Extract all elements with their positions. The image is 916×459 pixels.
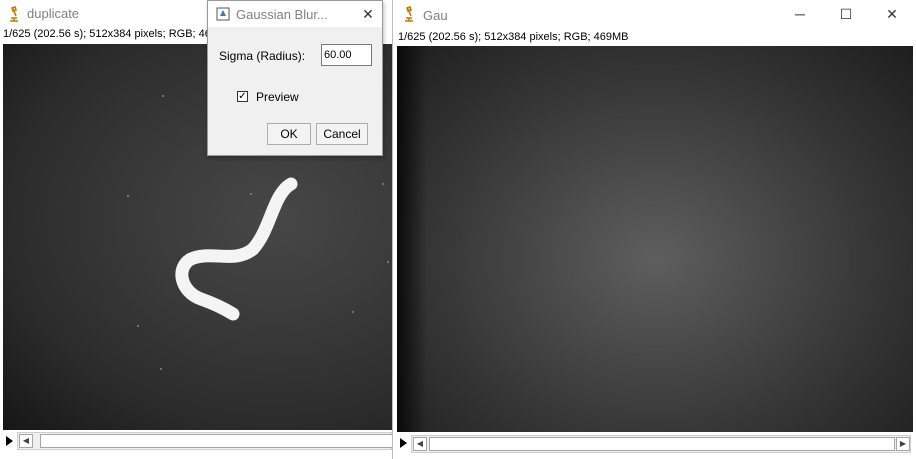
frame-scrollbar-row: ◀ ▶: [397, 435, 913, 453]
window-title: duplicate: [27, 6, 80, 21]
scroll-left-arrow-icon[interactable]: ◀: [413, 437, 427, 451]
cancel-button[interactable]: Cancel: [316, 123, 368, 145]
frame-scrollbar-row: ◀: [3, 432, 395, 450]
dialog-titlebar[interactable]: Gaussian Blur... ✕: [208, 1, 382, 27]
preview-checkbox[interactable]: ✓: [237, 91, 248, 102]
ok-button[interactable]: OK: [267, 123, 311, 145]
close-icon[interactable]: ✕: [359, 5, 377, 23]
frame-scrollbar[interactable]: ◀ ▶: [411, 435, 911, 453]
scroll-right-arrow-icon[interactable]: ▶: [896, 437, 910, 451]
scrollbar-thumb[interactable]: [40, 434, 395, 448]
dialog-title: Gaussian Blur...: [236, 7, 328, 22]
imagej-microscope-icon: [405, 6, 413, 22]
sigma-label: Sigma (Radius):: [219, 49, 306, 63]
play-button[interactable]: [400, 438, 407, 448]
dark-left-edge: [397, 46, 427, 432]
gau-window[interactable]: Gau ─ ☐ ✕ 1/625 (202.56 s); 512x384 pixe…: [392, 0, 916, 459]
scrollbar-thumb[interactable]: [429, 437, 895, 451]
play-button[interactable]: [6, 436, 13, 446]
gau-titlebar[interactable]: Gau ─ ☐ ✕: [393, 0, 916, 28]
java-app-icon: [216, 7, 230, 21]
minimize-icon[interactable]: ─: [791, 5, 809, 23]
window-title: Gau: [423, 8, 448, 23]
blurred-image-canvas[interactable]: [397, 46, 913, 432]
close-icon[interactable]: ✕: [883, 5, 901, 23]
frame-scrollbar[interactable]: ◀: [17, 432, 395, 450]
gaussian-blur-dialog[interactable]: Gaussian Blur... ✕ Sigma (Radius): 60.00…: [207, 0, 383, 156]
sigma-input[interactable]: 60.00: [321, 44, 372, 66]
maximize-icon[interactable]: ☐: [837, 5, 855, 23]
imagej-microscope-icon: [10, 6, 18, 22]
scroll-left-arrow-icon[interactable]: ◀: [19, 434, 33, 448]
image-info-line: 1/625 (202.56 s); 512x384 pixels; RGB; 4…: [398, 31, 629, 43]
preview-label: Preview: [256, 90, 299, 104]
